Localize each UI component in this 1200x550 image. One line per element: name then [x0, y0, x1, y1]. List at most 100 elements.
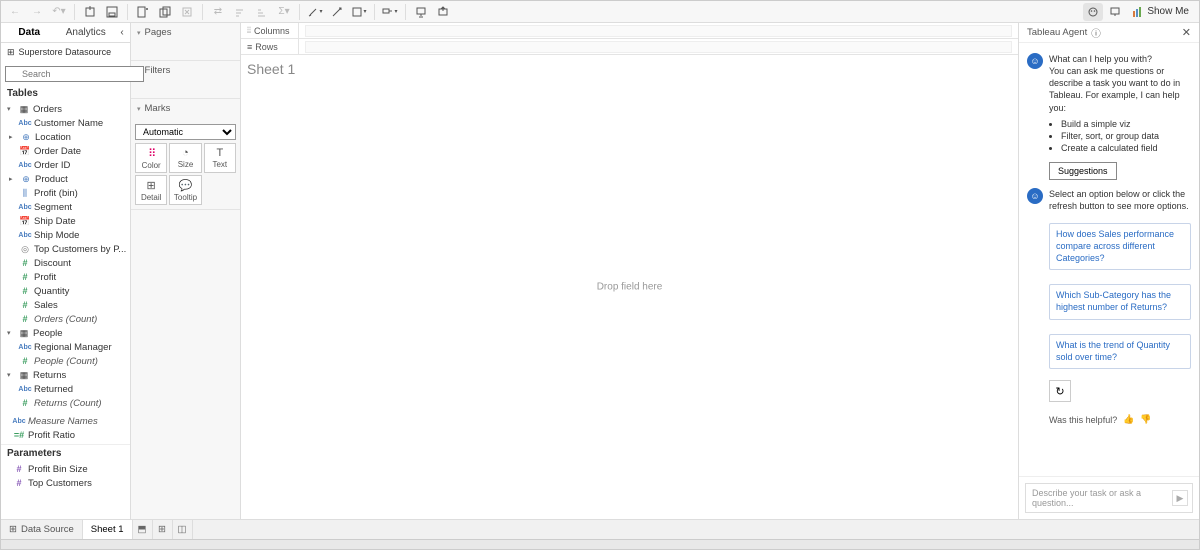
columns-shelf[interactable]: ⦙⦙Columns [241, 23, 1018, 39]
datasource-name[interactable]: ⊞ Superstore Datasource [1, 43, 130, 61]
new-story-icon[interactable]: ◫ [173, 520, 193, 539]
field-people-count[interactable]: #People (Count) [1, 354, 130, 368]
field-returned[interactable]: AbcReturned [1, 382, 130, 396]
field-regional-manager[interactable]: AbcRegional Manager [1, 340, 130, 354]
totals-icon[interactable]: Σ▾ [274, 3, 294, 21]
field-location[interactable]: ▸⊕Location [1, 130, 130, 144]
suggestions-button[interactable]: Suggestions [1049, 162, 1117, 180]
labels-icon[interactable]: ▾ [380, 3, 400, 21]
field-order-date[interactable]: 📅Order Date [1, 144, 130, 158]
agent-intro-text: You can ask me questions or describe a t… [1049, 65, 1191, 114]
drop-hint: Drop field here [597, 282, 663, 293]
number-icon: # [19, 258, 31, 268]
detail-icon: ⊞ [147, 179, 156, 192]
highlight-icon[interactable]: ▾ [305, 3, 325, 21]
agent-toggle-icon[interactable] [1083, 3, 1103, 21]
undo-dropdown-icon[interactable]: ↶▾ [49, 3, 69, 21]
number-icon: # [19, 272, 31, 282]
field-ship-mode[interactable]: AbcShip Mode [1, 228, 130, 242]
search-input[interactable] [5, 66, 144, 82]
suggestion-card[interactable]: How does Sales performance compare acros… [1049, 223, 1191, 270]
number-icon: # [19, 314, 31, 324]
main-toolbar: ← → ↶▾ ⇄ Σ▾ ▾ ▾ ▾ Show Me [1, 1, 1199, 23]
sort-desc-icon[interactable] [252, 3, 272, 21]
save-icon[interactable] [102, 3, 122, 21]
marks-detail[interactable]: ⊞Detail [135, 175, 167, 205]
marks-shelf[interactable]: ▾Marks [131, 99, 240, 118]
field-order-id[interactable]: AbcOrder ID [1, 158, 130, 172]
back-icon[interactable]: ← [5, 3, 25, 21]
field-orders-count[interactable]: #Orders (Count) [1, 312, 130, 326]
marks-tooltip[interactable]: 💬Tooltip [169, 175, 201, 205]
tab-analytics[interactable]: Analytics [58, 23, 115, 42]
field-sales[interactable]: #Sales [1, 298, 130, 312]
sort-asc-icon[interactable] [230, 3, 250, 21]
sheet-tabs: ⊞Data Source Sheet 1 ⬒ ⊞ ◫ [1, 519, 1199, 539]
table-returns[interactable]: ▾▦Returns [1, 368, 130, 382]
field-discount[interactable]: #Discount [1, 256, 130, 270]
swap-icon[interactable]: ⇄ [208, 3, 228, 21]
clear-icon[interactable] [177, 3, 197, 21]
send-icon[interactable]: ▶ [1172, 490, 1188, 506]
mark-type-select[interactable]: Automatic [135, 124, 236, 140]
tab-data-source[interactable]: ⊞Data Source [1, 520, 83, 539]
table-orders[interactable]: ▾▦Orders [1, 102, 130, 116]
field-profit-bin[interactable]: ⫼Profit (bin) [1, 186, 130, 200]
thumbs-down-icon[interactable]: 👎 [1140, 414, 1151, 425]
close-agent-icon[interactable]: ✕ [1182, 26, 1191, 39]
duplicate-icon[interactable] [155, 3, 175, 21]
annotate-icon[interactable] [327, 3, 347, 21]
rows-shelf[interactable]: ≡Rows [241, 39, 1018, 55]
show-me-button[interactable]: Show Me [1127, 6, 1195, 17]
marks-color[interactable]: ⠿Color [135, 143, 167, 173]
abc-icon: Abc [19, 344, 31, 351]
param-profit-bin-size[interactable]: #Profit Bin Size [1, 462, 130, 476]
filters-shelf[interactable]: ▾Filters [131, 61, 240, 80]
agent-bullet: Build a simple viz [1061, 118, 1191, 130]
new-worksheet-icon[interactable]: ⬒ [133, 520, 153, 539]
collapse-panel-icon[interactable]: ‹ [114, 23, 130, 42]
new-worksheet-icon[interactable] [133, 3, 153, 21]
number-icon: # [19, 300, 31, 310]
info-icon[interactable]: ⓘ [1091, 26, 1101, 40]
viz-area[interactable]: Sheet 1 Drop field here [241, 55, 1018, 519]
app-window: ← → ↶▾ ⇄ Σ▾ ▾ ▾ ▾ Show Me [0, 0, 1200, 550]
suggestion-card[interactable]: Which Sub-Category has the highest numbe… [1049, 284, 1191, 319]
refresh-suggestions-icon[interactable]: ↻ [1049, 380, 1071, 402]
status-bar [1, 539, 1199, 549]
forward-icon[interactable]: → [27, 3, 47, 21]
field-customer-name[interactable]: AbcCustomer Name [1, 116, 130, 130]
field-top-customers-set[interactable]: ◎Top Customers by P... [1, 242, 130, 256]
presentation-icon[interactable] [411, 3, 431, 21]
field-profit[interactable]: #Profit [1, 270, 130, 284]
agent-avatar-icon: ☺ [1027, 188, 1043, 204]
share-icon[interactable] [433, 3, 453, 21]
globe-icon: ⊕ [20, 132, 32, 143]
new-datasource-icon[interactable] [80, 3, 100, 21]
field-product[interactable]: ▸⊕Product [1, 172, 130, 186]
tooltip-icon: 💬 [179, 179, 193, 192]
tab-data[interactable]: Data [1, 23, 58, 42]
agent-input[interactable]: Describe your task or ask a question... … [1025, 483, 1193, 513]
param-top-customers[interactable]: #Top Customers [1, 476, 130, 490]
sheet-title[interactable]: Sheet 1 [247, 61, 1012, 77]
pages-shelf[interactable]: ▾Pages [131, 23, 240, 42]
field-profit-ratio[interactable]: =#Profit Ratio [1, 428, 130, 442]
marks-text[interactable]: TText [204, 143, 236, 173]
tab-sheet-1[interactable]: Sheet 1 [83, 520, 133, 539]
field-measure-names[interactable]: AbcMeasure Names [1, 414, 130, 428]
field-returns-count[interactable]: #Returns (Count) [1, 396, 130, 410]
set-icon: ◎ [19, 244, 31, 255]
field-segment[interactable]: AbcSegment [1, 200, 130, 214]
field-quantity[interactable]: #Quantity [1, 284, 130, 298]
new-dashboard-icon[interactable]: ⊞ [153, 520, 173, 539]
field-tree: ▾▦Orders AbcCustomer Name ▸⊕Location 📅Or… [1, 102, 130, 519]
table-people[interactable]: ▾▦People [1, 326, 130, 340]
guide-icon[interactable] [1105, 3, 1125, 21]
field-ship-date[interactable]: 📅Ship Date [1, 214, 130, 228]
thumbs-up-icon[interactable]: 👍 [1123, 414, 1134, 425]
fit-icon[interactable]: ▾ [349, 3, 369, 21]
marks-size[interactable]: ◔Size [169, 143, 201, 173]
suggestion-card[interactable]: What is the trend of Quantity sold over … [1049, 334, 1191, 369]
param-icon: # [13, 464, 25, 474]
